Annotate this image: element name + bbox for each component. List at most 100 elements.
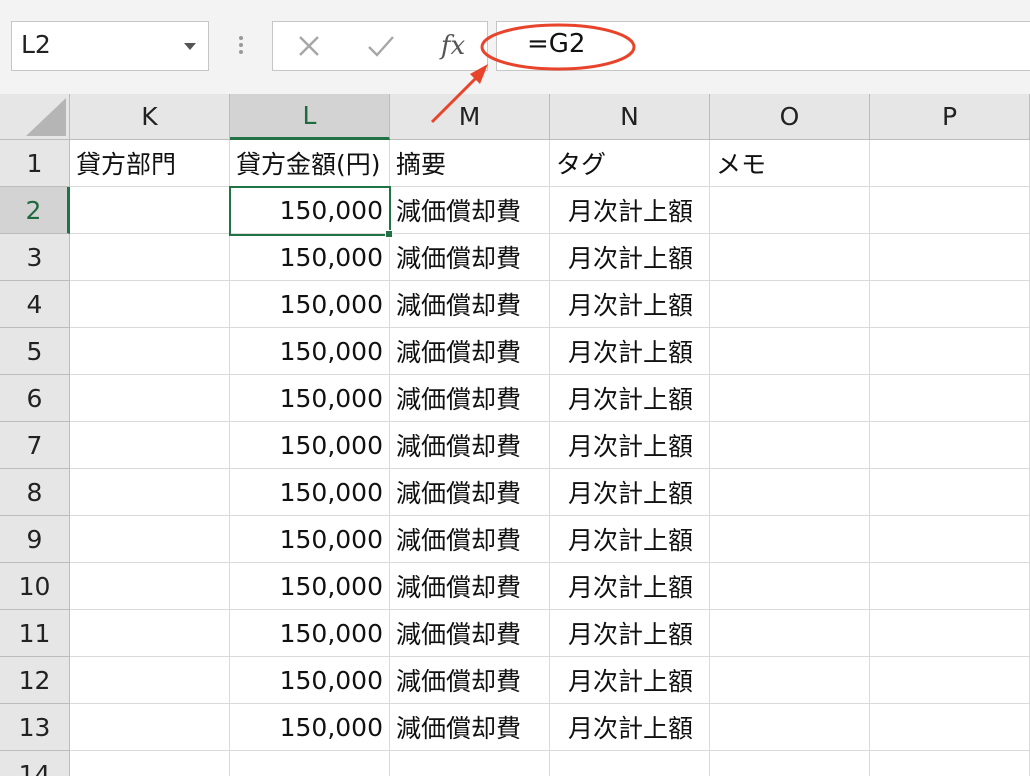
cell-k1[interactable]: 貸方部門 — [70, 140, 230, 187]
cell-p1[interactable] — [870, 140, 1030, 187]
column-header-m[interactable]: M — [390, 94, 550, 140]
cell-l[interactable]: 150,000 — [230, 375, 390, 422]
cell-m[interactable]: 減価償却費 — [390, 234, 550, 281]
row-header[interactable]: 3 — [0, 234, 70, 281]
cell-m1[interactable]: 摘要 — [390, 140, 550, 187]
cell-m[interactable]: 減価償却費 — [390, 375, 550, 422]
cell-l[interactable]: 150,000 — [230, 328, 390, 375]
row-header[interactable]: 5 — [0, 328, 70, 375]
cell-m[interactable]: 減価償却費 — [390, 422, 550, 469]
cell-n[interactable]: 月次計上額 — [550, 610, 710, 657]
cell-p[interactable] — [870, 469, 1030, 516]
cell-o[interactable] — [710, 704, 870, 751]
cell-l[interactable]: 150,000 — [230, 657, 390, 704]
column-header-k[interactable]: K — [70, 94, 230, 140]
cell-k[interactable] — [70, 375, 230, 422]
select-all-button[interactable] — [0, 94, 70, 140]
enter-button[interactable] — [351, 22, 411, 70]
cell-m[interactable]: 減価償却費 — [390, 469, 550, 516]
cell-k[interactable] — [70, 422, 230, 469]
cell-p[interactable] — [870, 281, 1030, 328]
cell-n[interactable]: 月次計上額 — [550, 657, 710, 704]
row-header[interactable]: 13 — [0, 704, 70, 751]
cell-l[interactable]: 150,000 — [230, 281, 390, 328]
cell-k[interactable] — [70, 281, 230, 328]
cell-o1[interactable]: メモ — [710, 140, 870, 187]
cell-k[interactable] — [70, 328, 230, 375]
cell-n[interactable]: 月次計上額 — [550, 469, 710, 516]
row-header[interactable]: 11 — [0, 610, 70, 657]
cell-o[interactable] — [710, 375, 870, 422]
cell-p[interactable] — [870, 422, 1030, 469]
cell-o[interactable] — [710, 516, 870, 563]
cell-p[interactable] — [870, 657, 1030, 704]
cell-n[interactable]: 月次計上額 — [550, 281, 710, 328]
row-header[interactable]: 9 — [0, 516, 70, 563]
cell-k[interactable] — [70, 610, 230, 657]
name-box[interactable]: L2 — [11, 21, 209, 71]
cell-n[interactable]: 月次計上額 — [550, 234, 710, 281]
formula-input[interactable]: =G2 — [496, 21, 1030, 71]
cancel-button[interactable] — [279, 22, 339, 70]
cell-empty[interactable] — [230, 751, 390, 776]
column-header-o[interactable]: O — [710, 94, 870, 140]
cell-l[interactable]: 150,000 — [230, 187, 390, 234]
cell-l1[interactable]: 貸方金額(円) — [230, 140, 390, 187]
cell-p[interactable] — [870, 328, 1030, 375]
row-header[interactable]: 7 — [0, 422, 70, 469]
row-header[interactable]: 6 — [0, 375, 70, 422]
cell-o[interactable] — [710, 187, 870, 234]
cell-p[interactable] — [870, 234, 1030, 281]
cell-l[interactable]: 150,000 — [230, 469, 390, 516]
cell-n[interactable]: 月次計上額 — [550, 422, 710, 469]
cell-p[interactable] — [870, 563, 1030, 610]
cell-k[interactable] — [70, 234, 230, 281]
cell-empty[interactable] — [70, 751, 230, 776]
cell-l[interactable]: 150,000 — [230, 422, 390, 469]
cell-o[interactable] — [710, 563, 870, 610]
drag-grip-icon[interactable] — [232, 28, 250, 62]
cell-k[interactable] — [70, 187, 230, 234]
cell-p[interactable] — [870, 610, 1030, 657]
cell-o[interactable] — [710, 610, 870, 657]
cell-l[interactable]: 150,000 — [230, 234, 390, 281]
cell-n[interactable]: 月次計上額 — [550, 516, 710, 563]
cell-n[interactable]: 月次計上額 — [550, 328, 710, 375]
cell-p[interactable] — [870, 187, 1030, 234]
cell-o[interactable] — [710, 469, 870, 516]
cell-o[interactable] — [710, 281, 870, 328]
cell-k[interactable] — [70, 516, 230, 563]
cell-m[interactable]: 減価償却費 — [390, 281, 550, 328]
insert-function-button[interactable]: fx — [423, 22, 483, 70]
cell-n[interactable]: 月次計上額 — [550, 187, 710, 234]
cell-l[interactable]: 150,000 — [230, 563, 390, 610]
column-header-p[interactable]: P — [870, 94, 1030, 140]
cell-empty[interactable] — [710, 751, 870, 776]
row-header[interactable]: 14 — [0, 751, 70, 776]
cell-empty[interactable] — [550, 751, 710, 776]
cell-o[interactable] — [710, 328, 870, 375]
cell-l[interactable]: 150,000 — [230, 516, 390, 563]
cell-p[interactable] — [870, 704, 1030, 751]
cell-n[interactable]: 月次計上額 — [550, 375, 710, 422]
row-header[interactable]: 2 — [0, 187, 70, 234]
cell-m[interactable]: 減価償却費 — [390, 328, 550, 375]
cell-k[interactable] — [70, 469, 230, 516]
cell-m[interactable]: 減価償却費 — [390, 187, 550, 234]
cell-m[interactable]: 減価償却費 — [390, 563, 550, 610]
cell-n[interactable]: 月次計上額 — [550, 704, 710, 751]
cell-o[interactable] — [710, 234, 870, 281]
cell-k[interactable] — [70, 704, 230, 751]
cell-empty[interactable] — [870, 751, 1030, 776]
column-header-n[interactable]: N — [550, 94, 710, 140]
cell-l[interactable]: 150,000 — [230, 704, 390, 751]
cell-p[interactable] — [870, 516, 1030, 563]
cell-m[interactable]: 減価償却費 — [390, 516, 550, 563]
cell-n[interactable]: 月次計上額 — [550, 563, 710, 610]
row-header[interactable]: 8 — [0, 469, 70, 516]
cell-k[interactable] — [70, 563, 230, 610]
row-header[interactable]: 12 — [0, 657, 70, 704]
chevron-down-icon[interactable] — [184, 43, 196, 50]
row-header[interactable]: 4 — [0, 281, 70, 328]
cell-n1[interactable]: タグ — [550, 140, 710, 187]
